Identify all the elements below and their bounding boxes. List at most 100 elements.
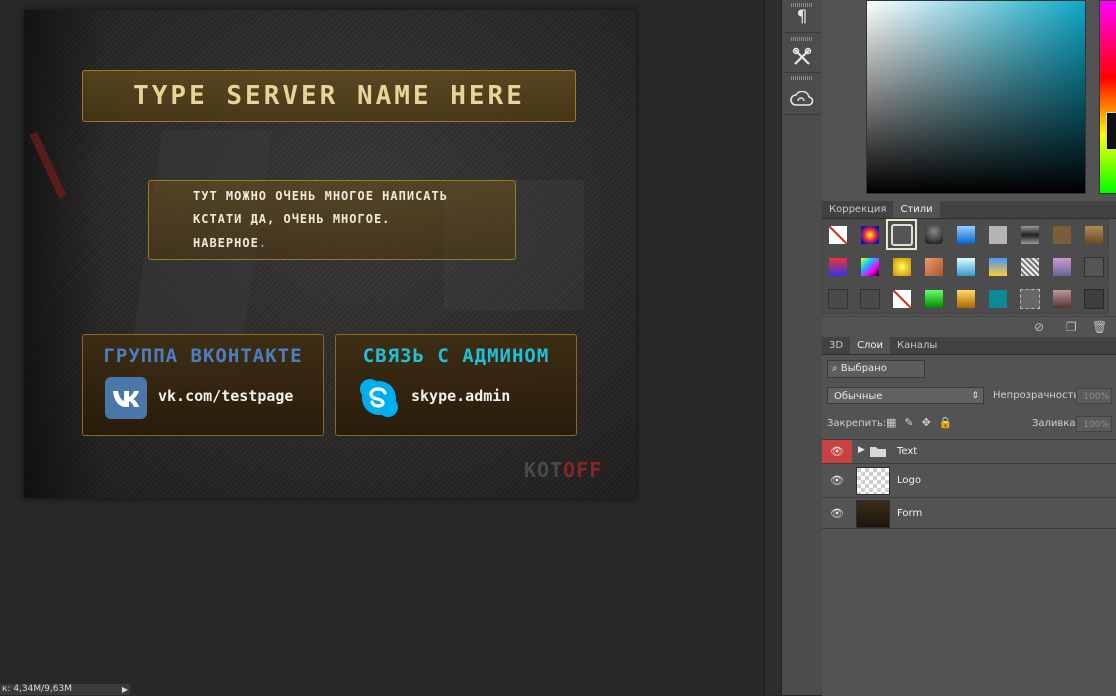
style-swatch-none[interactable] <box>886 283 917 314</box>
skype-card-title: СВЯЗЬ С АДМИНОМ <box>362 345 550 367</box>
style-swatch[interactable] <box>950 219 981 250</box>
layer-filter-dropdown[interactable]: ⌕ Выбрано <box>827 360 925 378</box>
style-swatch-none[interactable] <box>822 219 853 250</box>
style-swatch[interactable] <box>1046 251 1077 282</box>
fill-label: Заливка: <box>1032 418 1079 429</box>
tab-styles[interactable]: Стили <box>893 201 940 218</box>
watermark-part-2: OFF <box>563 458 603 482</box>
workspace-scrollbar[interactable] <box>764 0 781 695</box>
layer-thumbnail <box>856 467 890 495</box>
visibility-eye-icon[interactable]: 👁 <box>822 498 852 529</box>
select-arrows-icon: ⇕ <box>971 391 979 401</box>
tab-adjustments[interactable]: Коррекция <box>822 201 893 218</box>
styles-panel-footer: ⊘ ❐ 🗑 <box>822 316 1116 337</box>
style-swatch[interactable] <box>918 219 949 250</box>
lock-transparency-icon[interactable]: ▦ <box>886 416 896 432</box>
delete-style-icon[interactable]: 🗑 <box>1092 320 1107 334</box>
paragraph-icon[interactable]: ¶ <box>784 2 820 33</box>
style-swatch[interactable] <box>982 219 1013 250</box>
visibility-eye-icon[interactable]: 👁 <box>822 440 852 463</box>
style-swatch[interactable] <box>1078 251 1109 282</box>
layers-panel-tabs: 3D Слои Каналы <box>822 337 1116 355</box>
message-line-2: КСТАТИ ДА, ОЧЕНЬ МНОГОЕ. <box>193 212 391 226</box>
visibility-eye-icon[interactable]: 👁 <box>822 464 852 497</box>
new-style-icon[interactable]: ❐ <box>1066 320 1077 334</box>
skype-logo-icon <box>360 379 398 417</box>
style-swatch[interactable] <box>918 251 949 282</box>
vk-card-title: ГРУППА ВКОНТАКТЕ <box>103 345 303 367</box>
vk-card-handle: vk.com/testpage <box>158 387 294 405</box>
layer-row-logo[interactable]: 👁 Logo <box>822 463 1116 497</box>
dock-grip[interactable] <box>791 76 813 80</box>
panel-dock: ¶ <box>781 0 823 695</box>
tab-layers[interactable]: Слои <box>850 337 891 354</box>
style-swatch[interactable] <box>1014 219 1045 250</box>
opacity-field[interactable]: 100% <box>1076 388 1112 404</box>
style-swatch-selected[interactable] <box>886 219 917 250</box>
no-style-icon <box>892 289 911 308</box>
style-swatch[interactable] <box>918 283 949 314</box>
lock-options: ▦ ✎ ✥ 🔒 <box>886 416 953 432</box>
style-swatch[interactable] <box>854 283 885 314</box>
style-swatch[interactable] <box>982 251 1013 282</box>
layer-thumbnail <box>856 500 890 528</box>
document-canvas[interactable]: TYPE SERVER NAME HERE ТУТ МОЖНО ОЧЕНЬ МН… <box>24 10 636 498</box>
layers-list-empty-area[interactable] <box>822 528 1116 696</box>
folder-icon <box>870 447 886 457</box>
document-size-readout: к: 4,34M/9,63M <box>2 684 72 694</box>
document-status-bar[interactable]: к: 4,34M/9,63M ▶ <box>0 684 130 695</box>
style-swatch[interactable] <box>1046 219 1077 250</box>
layer-name: Logo <box>897 475 921 486</box>
style-swatch[interactable] <box>1014 251 1045 282</box>
styles-swatch-grid <box>822 219 1116 315</box>
message-line-1: ТУТ МОЖНО ОЧЕНЬ МНОГОЕ НАПИСАТЬ <box>193 189 448 203</box>
skype-card-handle: skype.admin <box>411 387 511 405</box>
style-swatch[interactable] <box>982 283 1013 314</box>
layer-filter-label: Выбрано <box>840 363 887 374</box>
fill-field[interactable]: 100% <box>1076 416 1112 432</box>
message-line-3-text: НАВЕРНОЕ <box>193 236 259 250</box>
vk-logo-icon <box>105 377 147 419</box>
lock-position-icon[interactable]: ✥ <box>922 416 931 432</box>
style-swatch[interactable] <box>822 251 853 282</box>
style-swatch[interactable] <box>1078 219 1109 250</box>
expand-group-icon[interactable]: ▶ <box>858 445 865 455</box>
blend-mode-select[interactable]: Обычные ⇕ <box>827 387 984 404</box>
style-swatch[interactable] <box>1046 283 1077 314</box>
style-swatch[interactable] <box>1014 283 1045 314</box>
tools-glyph-icon <box>792 47 812 65</box>
clear-style-icon[interactable]: ⊘ <box>1034 320 1044 334</box>
dock-grip[interactable] <box>791 37 813 41</box>
tab-3d[interactable]: 3D <box>822 337 850 354</box>
watermark-part-1: KOT <box>524 458 564 482</box>
layer-row-form[interactable]: 👁 Form <box>822 497 1116 529</box>
tab-channels[interactable]: Каналы <box>890 337 944 354</box>
layer-row-text[interactable]: 👁 ▶ Text <box>822 439 1116 463</box>
layer-name: Text <box>897 446 918 457</box>
style-swatch[interactable] <box>950 251 981 282</box>
styles-panel-tabs: Коррекция Стили <box>822 201 1116 219</box>
style-swatch[interactable] <box>950 283 981 314</box>
document-workspace[interactable]: TYPE SERVER NAME HERE ТУТ МОЖНО ОЧЕНЬ МН… <box>0 0 780 695</box>
message-dot: . <box>258 236 268 250</box>
creative-cloud-icon[interactable] <box>784 84 820 115</box>
style-swatch[interactable] <box>822 283 853 314</box>
opacity-label: Непрозрачность: <box>993 390 1083 401</box>
message-line-3: НАВЕРНОЕ. <box>193 236 513 250</box>
style-swatch[interactable] <box>854 251 885 282</box>
watermark-text: KOTOFF <box>524 458 602 482</box>
color-hue-slider[interactable] <box>1099 0 1116 194</box>
style-swatch[interactable] <box>854 219 885 250</box>
skype-card: СВЯЗЬ С АДМИНОМ skype.admin <box>335 334 577 436</box>
lock-image-icon[interactable]: ✎ <box>904 416 913 432</box>
hue-slider-handle[interactable] <box>1106 112 1116 150</box>
cloud-glyph-icon <box>790 91 814 106</box>
style-swatch[interactable] <box>1078 283 1109 314</box>
tools-icon[interactable] <box>784 42 820 73</box>
lock-all-icon[interactable]: 🔒 <box>939 416 953 432</box>
vk-card: ГРУППА ВКОНТАКТЕ vk.com/testpage <box>82 334 324 436</box>
layer-name: Form <box>897 508 923 519</box>
status-menu-arrow-icon[interactable]: ▶ <box>122 684 128 695</box>
style-swatch[interactable] <box>886 251 917 282</box>
color-picker-field[interactable] <box>866 0 1086 194</box>
